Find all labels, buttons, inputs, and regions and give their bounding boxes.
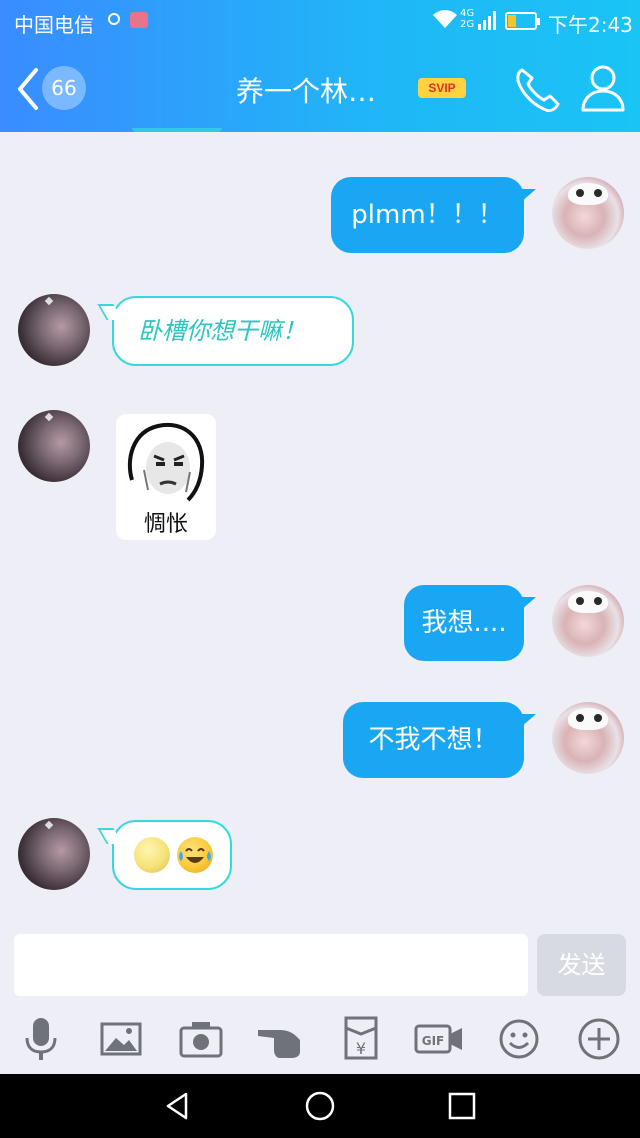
contact-name[interactable]: 养一个林… [236,70,376,110]
nfc-icon [108,13,120,25]
sticker-caption: 惆怅 [143,512,188,537]
avatar-contact[interactable] [18,410,90,482]
camera-icon[interactable] [176,1014,226,1064]
message-text: 卧槽你想干嘛！ [138,317,306,345]
message-text: 不我不想！ [368,725,499,755]
message-bubble-sent[interactable]: 我想.... [404,585,536,661]
gif-icon[interactable]: GIF [414,1014,464,1064]
avatar-self[interactable] [552,177,624,249]
red-packet-icon[interactable]: ¥ [336,1014,386,1064]
sticker-message[interactable]: 惆怅 [116,414,216,540]
bubble-tail [520,714,536,728]
phone-icon[interactable] [512,64,562,114]
bubble-tail [97,304,123,320]
message-bubble-sent[interactable]: 不我不想！ [343,702,536,778]
signal-icon [478,11,496,30]
meme-face-sticker [127,422,205,502]
battery-icon [505,12,540,30]
full-moon-face-icon [134,837,170,873]
avatar-contact[interactable] [18,818,90,890]
previous-message-edge [132,128,222,132]
image-icon[interactable] [96,1014,146,1064]
mail-notification-icon [130,12,148,28]
avatar-contact[interactable] [18,294,90,366]
avatar-self[interactable] [552,585,624,657]
bubble-tail [97,828,123,844]
svip-badge: SVIP [418,78,466,98]
message-bubble-received[interactable]: 卧槽你想干嘛！ [97,296,354,366]
person-icon[interactable] [578,62,628,114]
message-bubble-sent[interactable]: plmm！！！ [331,177,536,253]
status-bar: 中国电信 4G 2G 下午2:43 [0,0,640,44]
unread-count-badge[interactable]: 66 [42,66,86,110]
send-button[interactable]: 发送 [537,934,626,996]
network-type-top: 4G [460,8,475,19]
bubble-tail [520,189,536,203]
bubble-tail [520,597,536,611]
chat-header: 中国电信 4G 2G 下午2:43 66 养一个林… SVIP [0,0,640,132]
carrier-label: 中国电信 [14,13,94,37]
avatar-self[interactable] [552,702,624,774]
message-text: plmm！！！ [351,200,504,230]
svg-text:¥: ¥ [356,1039,366,1058]
nav-recents-icon[interactable] [444,1088,480,1124]
clock: 下午2:43 [548,13,633,37]
battery-level [508,15,516,27]
message-bubble-received[interactable] [97,820,232,890]
tears-of-joy-icon [177,837,214,873]
plus-icon[interactable] [574,1014,624,1064]
message-text: 我想.... [421,608,507,638]
network-type: 4G 2G [460,8,474,30]
system-nav-bar [0,1074,640,1138]
microphone-icon[interactable] [16,1014,66,1064]
nav-back-icon[interactable] [160,1088,196,1124]
nav-home-icon[interactable] [302,1088,338,1124]
wifi-icon [433,10,457,28]
network-type-bottom: 2G [460,19,475,30]
hand-icon[interactable] [256,1014,306,1064]
emoji-icon[interactable] [494,1014,544,1064]
svg-text:GIF: GIF [422,1034,445,1048]
message-input[interactable] [14,934,528,996]
